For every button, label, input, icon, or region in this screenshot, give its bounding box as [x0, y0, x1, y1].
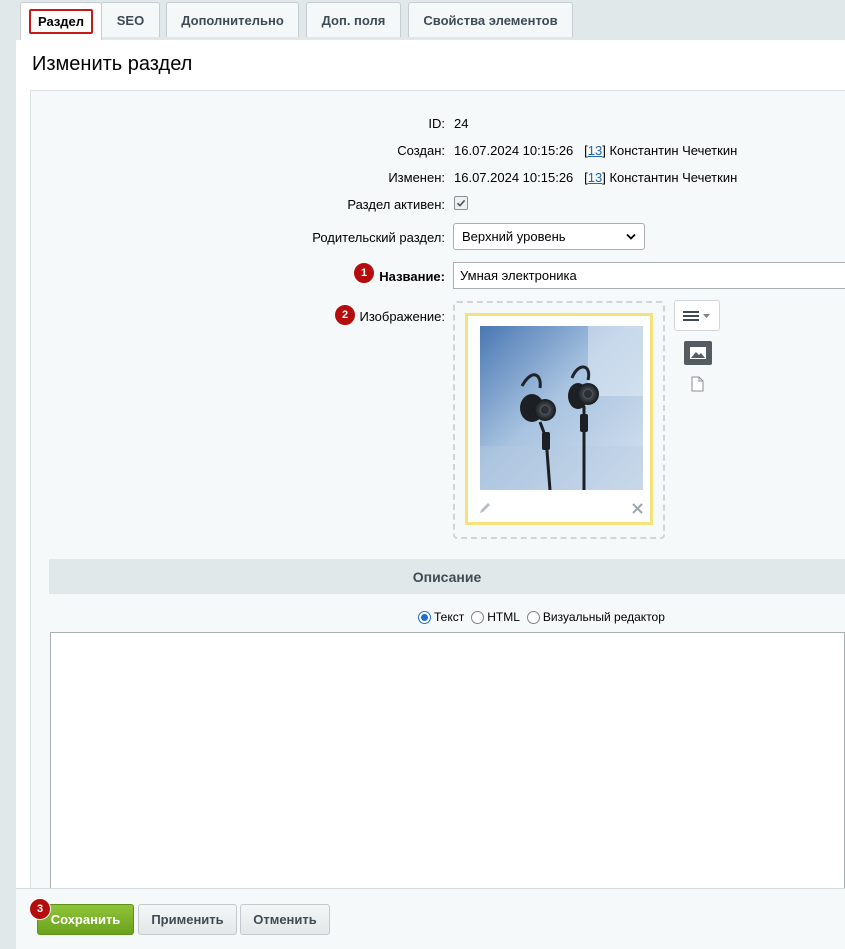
parent-select-value: Верхний уровень — [462, 229, 566, 244]
radio-html[interactable]: HTML — [471, 610, 520, 624]
active-label: Раздел активен: — [347, 197, 445, 212]
description-textarea[interactable] — [50, 632, 845, 892]
image-menu-button[interactable] — [674, 300, 720, 331]
tab-bar: Раздел SEO Дополнительно Доп. поля Свойс… — [16, 0, 845, 40]
radio-text[interactable]: Текст — [418, 610, 464, 624]
radio-text-button[interactable] — [418, 610, 431, 624]
id-label: ID: — [428, 116, 445, 131]
radio-visual-editor[interactable]: Визуальный редактор — [526, 610, 665, 624]
parent-select[interactable]: Верхний уровень — [453, 223, 645, 250]
tab-extra-fields[interactable]: Доп. поля — [306, 2, 401, 37]
radio-text-label: Текст — [434, 610, 465, 624]
created-user-link[interactable]: 13 — [588, 143, 602, 158]
modified-label: Изменен: — [388, 170, 445, 185]
chevron-down-icon — [626, 233, 636, 240]
page-title: Изменить раздел — [32, 53, 193, 75]
tab-element-properties[interactable]: Свойства элементов — [408, 2, 573, 37]
image-label: Изображение: — [359, 309, 445, 324]
radio-visual-editor-label: Визуальный редактор — [542, 610, 665, 624]
image-preview-card — [465, 313, 653, 525]
modified-date: 16.07.2024 10:15:26 — [454, 170, 574, 185]
tab-seo[interactable]: SEO — [101, 2, 160, 37]
modified-user-link[interactable]: 13 — [588, 170, 602, 185]
image-step-badge: 2 — [334, 304, 356, 326]
earphones-image — [480, 326, 643, 490]
parent-label: Родительский раздел: — [312, 230, 445, 245]
radio-html-label: HTML — [487, 610, 520, 624]
image-icon[interactable] — [684, 341, 712, 365]
tab-additional[interactable]: Дополнительно — [166, 2, 299, 37]
checkmark-icon — [456, 199, 466, 207]
description-mode-radios: Текст HTML Визуальный редактор — [418, 610, 672, 624]
name-label: Название: — [379, 269, 445, 284]
apply-button[interactable]: Применить — [138, 904, 237, 935]
close-icon[interactable] — [632, 503, 643, 514]
save-button[interactable]: Сохранить — [37, 904, 134, 935]
name-input[interactable]: Умная электроника — [453, 262, 845, 289]
pencil-icon[interactable] — [478, 501, 492, 515]
modified-user-name: Константин Чечеткин — [609, 170, 738, 185]
tab-additional-label: Дополнительно — [181, 12, 284, 28]
radio-visual-editor-button[interactable] — [526, 610, 540, 624]
tab-extra-fields-label: Доп. поля — [321, 12, 386, 28]
modified-value-row: 16.07.2024 10:15:26 [13] Константин Чече… — [454, 170, 738, 185]
radio-html-button[interactable] — [471, 610, 485, 624]
save-step-badge: 3 — [29, 898, 51, 920]
created-label: Создан: — [397, 143, 445, 158]
created-user-name: Константин Чечеткин — [609, 143, 738, 158]
menu-icon — [683, 310, 710, 321]
file-icon[interactable] — [691, 376, 704, 392]
cancel-button[interactable]: Отменить — [240, 904, 330, 935]
tab-element-properties-label: Свойства элементов — [423, 12, 558, 28]
active-checkbox[interactable] — [454, 196, 468, 210]
created-value-row: 16.07.2024 10:15:26 [13] Константин Чече… — [454, 143, 738, 158]
tab-section[interactable]: Раздел — [20, 2, 102, 40]
name-step-badge: 1 — [353, 262, 375, 284]
id-value: 24 — [454, 116, 469, 131]
tab-seo-label: SEO — [116, 12, 145, 28]
created-date: 16.07.2024 10:15:26 — [454, 143, 574, 158]
description-section-header: Описание — [49, 559, 845, 594]
tab-section-label: Раздел — [28, 9, 94, 34]
